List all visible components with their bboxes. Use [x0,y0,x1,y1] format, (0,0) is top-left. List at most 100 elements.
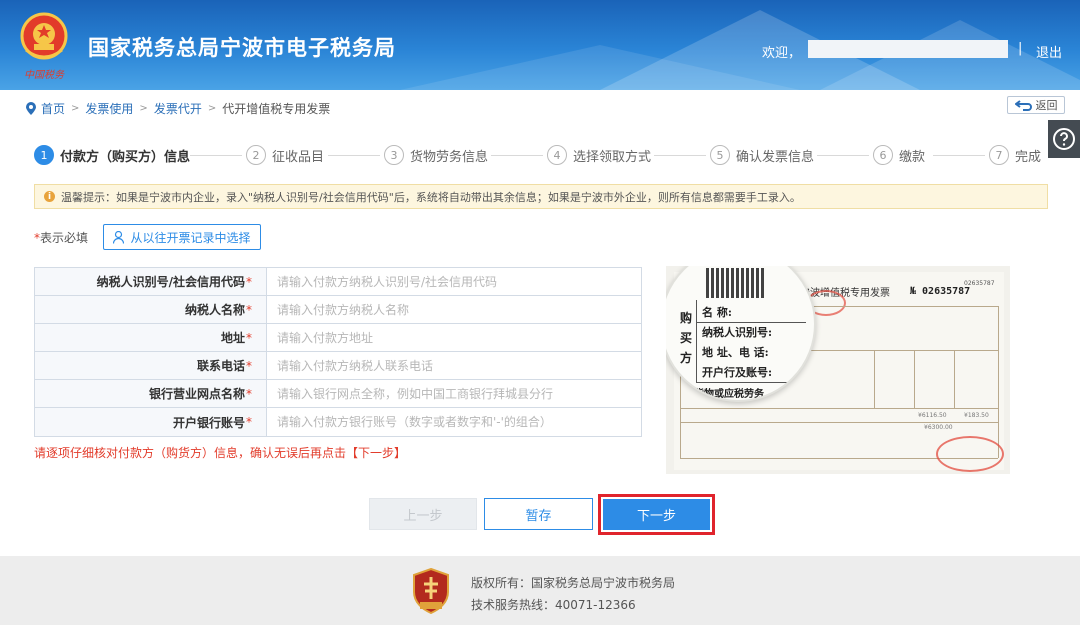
tax-shield-logo-icon [413,568,449,614]
step-1-payer-info: 1 付款方（购买方）信息 [34,145,190,165]
step-number: 2 [246,145,266,165]
lens-rule [696,322,806,323]
step-label: 货物劳务信息 [410,149,489,165]
form-row-bank-branch: 银行营业网点名称 * [35,380,641,408]
step-4-pickup-method: 4 选择领取方式 [547,145,651,165]
breadcrumb-separator: > [139,102,148,114]
breadcrumb: 首页 > 发票使用 > 发票代开 > 代开增值税专用发票 [26,100,330,116]
breadcrumb-invoice-use-link[interactable]: 发票使用 [85,100,133,117]
step-number: 4 [547,145,567,165]
address-input[interactable] [267,324,641,351]
field-label: 纳税人识别号/社会信用代码 * [35,268,267,295]
invoice-rule [680,408,998,409]
history-button-label: 从以往开票记录中选择 [130,230,251,245]
info-icon: i [44,191,55,202]
step-label: 征收品目 [272,149,325,165]
back-button[interactable]: 返回 [1007,96,1065,114]
payer-info-form: 纳税人识别号/社会信用代码* 纳税人名称* 地址* 联系电话* 银行营业网点名称… [34,267,642,437]
page-footer: 版权所有：国家税务总局宁波市税务局 技术服务热线：40071-12366 [0,556,1080,625]
verification-warning: 请逐项仔细核对付款方（购货方）信息，确认无误后再点击【下一步】 [34,446,407,460]
invoice-number: № 02635787 [910,286,971,297]
field-label: 地址 * [35,324,267,351]
invoice-field-address-phone: 地 址、电 话: [702,346,769,359]
step-connector [817,155,869,156]
qr-code-icon [706,268,764,298]
field-label: 联系电话 * [35,352,267,379]
return-arrow-icon [1014,99,1032,111]
username-redacted [808,40,1008,58]
invoice-rule [998,306,999,458]
top-header: 中国税务 国家税务总局宁波市电子税务局 欢迎， | 退出 [0,0,1080,90]
step-number: 7 [989,145,1009,165]
step-number: 5 [710,145,730,165]
bank-branch-input[interactable] [267,380,641,407]
taxpayer-id-input[interactable] [267,268,641,295]
breadcrumb-home-link[interactable]: 首页 [41,100,65,117]
step-2-tax-items: 2 征收品目 [246,145,324,165]
step-label: 付款方（购买方）信息 [60,149,191,165]
step-number: 6 [873,145,893,165]
invoice-rule [680,422,998,423]
step-3-goods-info: 3 货物劳务信息 [384,145,488,165]
header-separator: | [1018,41,1023,56]
required-note-text: 表示必填 [40,231,89,245]
form-row-phone: 联系电话 * [35,352,641,380]
notice-text: 温馨提示：如果是宁波市内企业，录入"纳税人识别号/社会信用代码"后，系统将自动带… [61,190,801,204]
step-label: 确认发票信息 [736,149,815,165]
step-connector [190,155,242,156]
tax-emblem-icon [20,12,68,60]
breadcrumb-invoice-issue-link[interactable]: 发票代开 [154,100,202,117]
invoice-small-number: 02635787 [964,280,995,287]
breadcrumb-current: 代开增值税专用发票 [222,101,331,116]
invoice-field-bank-account: 开户行及账号: [702,366,773,379]
logout-link[interactable]: 退出 [1036,42,1062,61]
emblem-script-text: 中国税务 [24,70,64,81]
required-note: *表示必填 [34,229,88,246]
footer-copyright: 版权所有：国家税务总局宁波市税务局 [471,576,676,590]
field-label: 开户银行账号 * [35,408,267,436]
breadcrumb-separator: > [71,102,80,114]
step-connector [933,155,985,156]
step-connector [328,155,380,156]
user-icon [113,230,125,244]
field-label: 银行营业网点名称 * [35,380,267,407]
footer-hotline: 技术服务热线：40071-12366 [471,598,636,612]
step-number: 1 [34,145,54,165]
invoice-rule [914,350,915,408]
step-5-confirm-invoice: 5 确认发票信息 [710,145,814,165]
bank-account-input[interactable] [267,408,641,436]
welcome-text: 欢迎， [762,46,802,61]
invoice-amount: ¥6116.50 [918,412,947,419]
location-pin-icon [26,101,36,115]
lens-divider [696,300,697,382]
invoice-field-taxpayer-id: 纳税人识别号: [702,326,773,339]
next-step-button[interactable]: 下一步 [603,499,710,530]
help-button[interactable] [1048,120,1080,158]
progress-steps: 1 付款方（购买方）信息 2 征收品目 3 货物劳务信息 4 选择领取方式 5 … [34,145,1044,165]
taxpayer-name-input[interactable] [267,296,641,323]
prev-step-button[interactable]: 上一步 [369,498,477,530]
form-row-address: 地址 * [35,324,641,352]
invoice-field-name: 名 称: [702,306,732,319]
step-6-payment: 6 缴款 [873,145,925,165]
invoice-rule [874,350,875,408]
form-row-bank-account: 开户银行账号 * [35,408,641,436]
step-7-complete: 7 完成 [989,145,1041,165]
step-connector [491,155,543,156]
select-from-history-button[interactable]: 从以往开票记录中选择 [103,224,261,250]
field-label: 纳税人名称 * [35,296,267,323]
buyer-side-label: 购 买 方 [680,311,693,365]
invoice-magnifier: 购 买 方 名 称: 纳税人识别号: 地 址、电 话: 开户行及账号: 货物或应… [666,266,816,402]
phone-input[interactable] [267,352,641,379]
step-connector [654,155,706,156]
step-label: 缴款 [899,149,926,165]
save-draft-button[interactable]: 暂存 [484,498,593,530]
breadcrumb-separator: > [207,102,217,114]
invoice-sample-image: 宁波增值税专用发票 № 02635787 02635787 ¥6116.50 ¥… [666,266,1010,474]
step-number: 3 [384,145,404,165]
step-label: 完成 [1015,149,1042,165]
invoice-total-amount: ¥6300.00 [924,424,953,431]
site-title: 国家税务总局宁波市电子税务局 [88,36,396,60]
question-circle-icon [1053,128,1075,150]
form-row-taxpayer-id: 纳税人识别号/社会信用代码 * [35,268,641,296]
